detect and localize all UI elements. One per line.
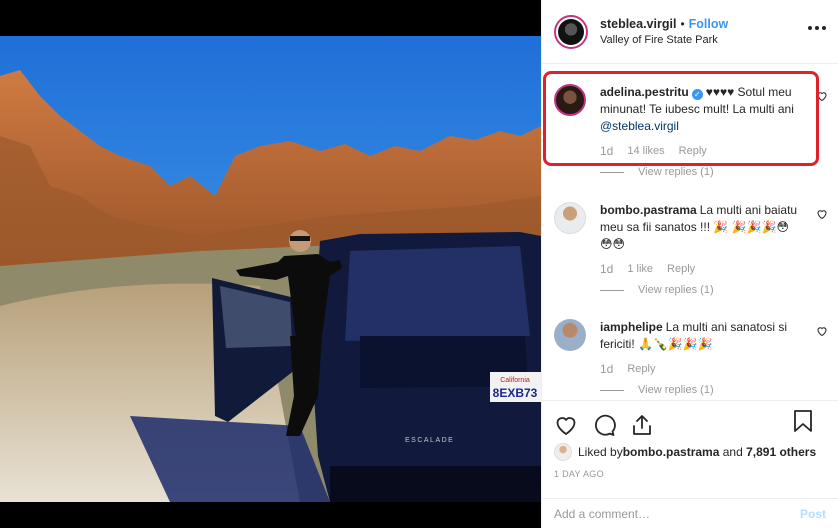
- comment-time: 1d: [600, 144, 614, 158]
- post-location[interactable]: Valley of Fire State Park: [600, 32, 728, 48]
- comment-meta: 1d 14 likes Reply: [600, 143, 800, 160]
- view-replies-line: [600, 171, 624, 173]
- post-header: steblea.virgil • Follow Valley of Fire S…: [542, 0, 838, 64]
- post-photo: California 8EXB73 ESCALADE: [0, 0, 541, 528]
- post-time-ago: 1 DAY AGO: [554, 469, 604, 479]
- comment-item: iamphelipe La multi ani sanatosi si feric…: [554, 319, 828, 396]
- commenter-username[interactable]: iamphelipe: [600, 320, 663, 334]
- plate-header: California: [500, 377, 530, 384]
- author-avatar-image: [558, 18, 584, 45]
- comment-meta: 1d Reply: [600, 361, 800, 378]
- view-replies-label: View replies (1): [638, 384, 714, 396]
- post-actions: Liked by bombo.pastrama and 7,891 others…: [542, 400, 838, 496]
- author-username[interactable]: steblea.virgil: [600, 16, 676, 32]
- comment-body: iamphelipe La multi ani sanatosi si feric…: [600, 319, 800, 378]
- reply-button[interactable]: Reply: [679, 143, 707, 160]
- view-replies-label: View replies (1): [638, 166, 714, 178]
- comment-body: bombo.pastrama La multi ani baiatu meu sa…: [600, 202, 800, 278]
- liked-by-middle: and: [719, 445, 747, 459]
- separator-dot: •: [680, 16, 685, 31]
- heart-icon[interactable]: [554, 413, 578, 437]
- add-comment-bar: Post: [542, 498, 838, 528]
- follow-button[interactable]: Follow: [689, 16, 729, 32]
- view-replies-button[interactable]: View replies (1): [600, 284, 828, 296]
- comment-time: 1d: [600, 362, 614, 376]
- ellipsis-icon[interactable]: [808, 26, 826, 30]
- comment-like-heart-icon[interactable]: [816, 208, 828, 220]
- share-icon[interactable]: [630, 413, 654, 437]
- view-replies-button[interactable]: View replies (1): [600, 384, 828, 396]
- post-side-panel: steblea.virgil • Follow Valley of Fire S…: [541, 0, 838, 528]
- comment-body: adelina.pestritu ✓ ♥♥♥♥ Sotul meu minunat!…: [600, 84, 800, 160]
- post-comment-button[interactable]: Post: [800, 507, 826, 521]
- liked-by-prefix: Liked by: [578, 445, 623, 459]
- comment-row: bombo.pastrama La multi ani baiatu meu sa…: [554, 202, 828, 278]
- comment-meta: 1d 1 like Reply: [600, 261, 800, 278]
- commenter-username[interactable]: bombo.pastrama: [600, 203, 697, 217]
- liked-by-user[interactable]: bombo.pastrama: [623, 445, 720, 459]
- comment-time: 1d: [600, 262, 614, 276]
- verified-badge-icon: ✓: [691, 89, 703, 100]
- author-info: steblea.virgil • Follow Valley of Fire S…: [600, 16, 728, 48]
- view-replies-line: [600, 389, 624, 391]
- plate-number: 8EXB73: [493, 386, 538, 400]
- author-avatar[interactable]: [554, 14, 588, 49]
- reply-button[interactable]: Reply: [667, 261, 695, 278]
- reply-button[interactable]: Reply: [627, 361, 655, 378]
- commenter-username[interactable]: adelina.pestritu: [600, 85, 689, 99]
- comment-icon[interactable]: [592, 413, 616, 437]
- comment-row: iamphelipe La multi ani sanatosi si feric…: [554, 319, 828, 378]
- comment-item: adelina.pestritu ✓ ♥♥♥♥ Sotul meu minunat!…: [554, 84, 828, 178]
- liker-avatar[interactable]: [554, 443, 572, 461]
- comment-item: bombo.pastrama La multi ani baiatu meu sa…: [554, 202, 828, 296]
- comment-input[interactable]: [554, 506, 800, 521]
- view-replies-line: [600, 289, 624, 291]
- bookmark-icon[interactable]: [792, 409, 814, 433]
- comment-row: adelina.pestritu ✓ ♥♥♥♥ Sotul meu minunat!…: [554, 84, 828, 160]
- view-replies-button[interactable]: View replies (1): [600, 166, 828, 178]
- liked-by-row: Liked by bombo.pastrama and 7,891 others: [542, 441, 838, 461]
- comment-like-heart-icon[interactable]: [816, 90, 828, 102]
- view-replies-label: View replies (1): [638, 284, 714, 296]
- commenter-avatar[interactable]: [554, 84, 586, 116]
- comment-likes-count[interactable]: 14 likes: [627, 143, 664, 160]
- photo-scene: California 8EXB73 ESCALADE: [0, 36, 541, 502]
- comment-like-heart-icon[interactable]: [816, 325, 828, 337]
- commenter-avatar[interactable]: [554, 319, 586, 351]
- author-line: steblea.virgil • Follow: [600, 16, 728, 32]
- action-icons-row: [542, 401, 838, 441]
- comment-likes-count[interactable]: 1 like: [627, 261, 653, 278]
- comment-mention-link[interactable]: @steblea.virgil: [600, 119, 679, 133]
- car-badge: ESCALADE: [405, 437, 454, 444]
- liked-by-others[interactable]: 7,891 others: [746, 445, 816, 459]
- commenter-avatar[interactable]: [554, 202, 586, 234]
- comments-list: adelina.pestritu ✓ ♥♥♥♥ Sotul meu minunat!…: [542, 65, 838, 399]
